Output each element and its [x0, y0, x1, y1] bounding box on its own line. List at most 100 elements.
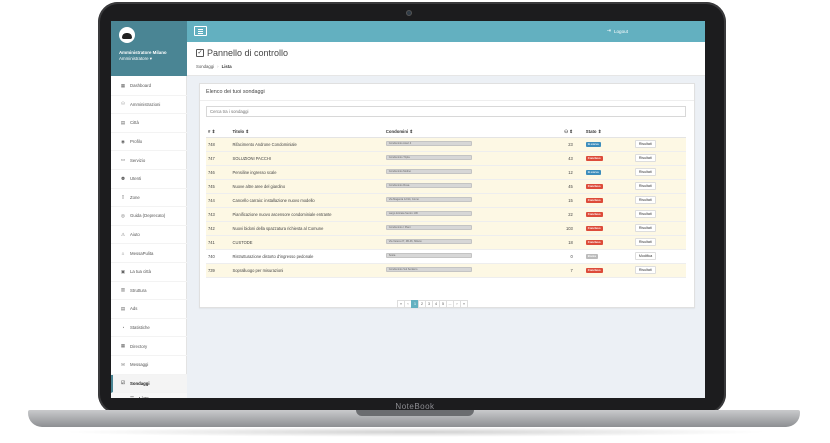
cell-participants: 45 [559, 179, 582, 194]
directory-icon: ▦ [120, 343, 126, 349]
sidebar-item-label: Profilo [130, 139, 143, 145]
box-title: Elenco dei tuoi sondaggi [206, 89, 265, 95]
breadcrumb-item-lista: Lista [221, 64, 232, 69]
sidebar-item-sondaggi[interactable]: ☑ Sondaggi [111, 374, 187, 394]
logout-button[interactable]: ⇥ Logout [607, 28, 628, 34]
sidebar-item-messapulita[interactable]: ⌂ MessaPulita [111, 244, 187, 263]
status-badge: Concluso [585, 184, 603, 189]
sidebar-item-label: Città [130, 120, 139, 126]
sidebar-item-ads[interactable]: ▤ Ads [111, 300, 187, 319]
cell-title: Pianificazione nuovo ascensore condomini… [232, 207, 386, 222]
condominio-chip: Condominio Tripla [385, 155, 472, 160]
submenu-sondaggi: ☰Lista✎Nuovo [111, 393, 187, 398]
cell-participants: 43 [559, 151, 582, 166]
sidebar-toggle-button[interactable] [194, 26, 207, 36]
page-link[interactable]: » [460, 300, 468, 308]
cell-state: Concluso [581, 263, 635, 278]
sidebar-item-label: Amministrazioni [130, 101, 161, 107]
cell-action: Risultati [634, 151, 686, 166]
cell-title: Nuove altre aree del giardino [232, 179, 386, 194]
sidebar-item-zone[interactable]: ▯ Zone [111, 189, 187, 208]
row-action-button[interactable]: Risultati [634, 154, 656, 162]
breadcrumb-separator: › [217, 64, 219, 69]
column-header-id[interactable]: # ⇕ [206, 127, 233, 138]
table-row: 746 Pensiline ingresso scale Condominio Mo… [206, 165, 686, 180]
cell-condomini: Condominio Molino [385, 165, 560, 180]
status-badge: Concluso [585, 240, 603, 245]
cell-participants: 0 [559, 249, 582, 264]
sidebar-item-label: Aiuto [130, 232, 140, 238]
cell-title: CUSTODE [232, 235, 386, 250]
row-action-button[interactable]: Risultati [634, 238, 656, 246]
row-action-button[interactable]: Risultati [634, 168, 656, 176]
table-row: 748 Rifacimento Androne Condominiale Condo… [206, 137, 686, 152]
column-header-condomini[interactable]: Condomini ⇕ [385, 127, 560, 138]
sidebar-item-struttura[interactable]: ▥ Struttura [111, 282, 187, 301]
column-header-action [634, 127, 686, 138]
column-header-state[interactable]: Stato ⇕ [581, 127, 635, 138]
users-icon: ⚇ [120, 101, 126, 107]
status-badge: Concluso [585, 156, 603, 161]
status-badge: Bozza [585, 254, 598, 259]
condominio-chip: Condominio I Piani [385, 225, 472, 230]
row-action-button[interactable]: Risultati [634, 224, 656, 232]
cell-id: 742 [206, 221, 233, 236]
sidebar-item-amministrazioni[interactable]: ⚇ Amministrazioni [111, 96, 187, 115]
column-header-title[interactable]: Titolo ⇕ [232, 127, 386, 138]
row-action-button[interactable]: Risultati [634, 266, 656, 274]
table-row: 744 Cancello carraio: installazione nuovo… [206, 193, 686, 208]
sidebar-item-label: Utenti [130, 176, 142, 182]
avatar[interactable] [119, 27, 135, 43]
column-header-participants[interactable]: ⚇ ⇕ [559, 127, 582, 138]
sidebar-item-citt[interactable]: ▤ Città [111, 114, 187, 133]
row-action-button[interactable]: Risultati [634, 140, 656, 148]
cell-id: 739 [206, 263, 233, 278]
sidebar-item-label: Dashboard [130, 83, 152, 89]
user-role-dropdown[interactable]: Amministratore ▾ [119, 56, 152, 62]
row-action-button[interactable]: Modifica [634, 252, 657, 260]
cell-action: Risultati [634, 179, 686, 194]
sidebar-item-directory[interactable]: ▦ Directory [111, 337, 187, 356]
sidebar-item-aiuto[interactable]: ⚠ Aiuto [111, 226, 187, 245]
sidebar-item-messaggi[interactable]: ✉ Messaggi [111, 356, 187, 375]
sidebar-item-label: Ads [130, 306, 138, 312]
status-badge: Concluso [585, 198, 603, 203]
cell-participants: 22 [559, 207, 582, 222]
table-row: 745 Nuove altre aree del giardino Condomin… [206, 179, 686, 194]
sidebar-item-profilo[interactable]: ◉ Profilo [111, 133, 187, 152]
condominio-chip: Largo Entrata Sentro 106 [385, 211, 472, 216]
dashboard-icon: ▦ [120, 82, 126, 88]
breadcrumb-item-sondaggi[interactable]: Sondaggi [196, 64, 214, 69]
sidebar-item-lista[interactable]: ☰ Lista [111, 393, 187, 398]
cell-title: Nuovi bidoni della spazzatura richiesta … [232, 221, 386, 236]
cell-state: In corso [581, 137, 635, 152]
cell-id: 741 [206, 235, 233, 250]
sidebar-menu: ▦ Dashboard ⚇ Amministrazioni ▤ Città ◉ Profilo… [111, 77, 187, 398]
cell-action: Risultati [634, 207, 686, 222]
sidebar-item-utenti[interactable]: ⚉ Utenti [111, 170, 187, 189]
topbar: ⇥ Logout [187, 21, 705, 42]
sidebar-item-servizio[interactable]: ▭ Servizio [111, 151, 187, 170]
table-row: 740 Ristrutturazione distorto d'ingresso … [206, 249, 686, 264]
cell-action: Risultati [634, 193, 686, 208]
row-action-button[interactable]: Risultati [634, 196, 656, 204]
sidebar-item-la-tua-citt[interactable]: ▣ La tua città [111, 263, 187, 282]
sidebar-item-guida-deprecato[interactable]: ◎ Guida (Deprecato) [111, 207, 187, 226]
messages-icon: ✉ [121, 361, 125, 367]
cell-state: Concluso [581, 221, 635, 236]
user-panel: Amministratore Milano Amministratore ▾ [111, 21, 187, 76]
page-title: ✓ Pannello di controllo [196, 48, 288, 58]
row-action-button[interactable]: Risultati [634, 182, 656, 190]
sidebar-item-dashboard[interactable]: ▦ Dashboard [111, 77, 187, 96]
logout-label: Logout [613, 28, 628, 34]
cell-title: Cancello carraio: installazione nuovo mo… [232, 193, 386, 208]
cell-id: 746 [206, 165, 233, 180]
laptop-brand-label: NoteBook [395, 402, 435, 411]
cell-state: Concluso [581, 179, 635, 194]
sidebar-item-label: MessaPulita [130, 250, 154, 256]
search-input[interactable] [206, 106, 686, 117]
condominio-chip: Via Magenta 12/14, Como [385, 197, 472, 202]
cell-condomini: Condominio Rosa [385, 179, 560, 194]
sidebar-item-statistiche[interactable]: ◔ Statistiche [111, 319, 187, 338]
row-action-button[interactable]: Risultati [634, 210, 656, 218]
